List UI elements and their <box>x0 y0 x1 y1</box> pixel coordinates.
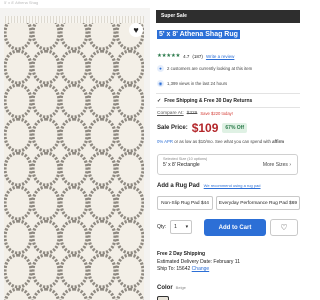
financing-row: 0% APR or as low as $10/mo. See what you… <box>157 139 284 144</box>
chevron-right-icon: › <box>289 162 291 168</box>
breadcrumb: 5' x 8' Athena Shag <box>0 0 150 8</box>
social-proof-text: 1,399 views in the last 24 hours <box>167 81 228 86</box>
color-header: Color Beige <box>157 285 186 291</box>
eye-icon: ◉ <box>157 80 164 87</box>
more-sizes-button[interactable]: More Sizes › <box>263 162 291 168</box>
write-review-link[interactable]: Write a review <box>206 54 234 59</box>
rug-pad-option-label: Non-Slip Rug Pad $44 <box>161 200 209 206</box>
social-proof-text: 2 customers are currently looking at thi… <box>167 66 253 71</box>
rating-score: 4.7 <box>183 53 190 59</box>
product-image[interactable] <box>4 16 144 300</box>
social-proof-viewers: ● 2 customers are currently looking at t… <box>157 65 252 72</box>
sale-price-label: Sale Price: <box>157 125 188 131</box>
chevron-down-icon: ▾ <box>185 224 189 230</box>
change-zip-link[interactable]: Change <box>192 266 210 272</box>
apr-link[interactable]: 0% APR <box>157 139 173 144</box>
quantity-value: 1 <box>174 224 177 230</box>
financing-text: or as low as $10/mo. See what you can sp… <box>173 139 273 144</box>
product-image-frame[interactable]: ♥ <box>0 8 150 300</box>
affirm-logo[interactable]: affirm <box>272 139 284 144</box>
rug-pad-header: Add a Rug Pad We recommend using a rug p… <box>157 183 261 189</box>
rug-pad-option-everyday[interactable]: Everyday Performance Rug Pad $69 <box>216 196 300 210</box>
review-count[interactable]: (187) <box>192 54 203 59</box>
rug-pad-option-label: Everyday Performance Rug Pad $69 <box>218 200 298 206</box>
social-proof-views: ◉ 1,399 views in the last 24 hours <box>157 80 227 87</box>
ship-to-zip: Ship To: 15642 <box>157 266 191 272</box>
people-icon: ● <box>157 65 164 72</box>
shipping-note-text: Free Shipping & Free 30 Day Returns <box>164 98 253 104</box>
compare-at-row: Compare At: $329 Save $220 today! <box>157 111 233 116</box>
quantity-select[interactable]: 1 ▾ <box>170 220 193 234</box>
add-to-cart-button[interactable]: Add to Cart <box>204 219 266 236</box>
divider <box>156 107 300 108</box>
more-sizes-label: More Sizes <box>262 162 288 168</box>
delivery-info: Free 2 Day Shipping Estimated Delivery D… <box>157 251 240 274</box>
product-title: 5' x 8' Athena Shag Rug <box>157 30 240 39</box>
size-selector-label: Selected Size (10 options) <box>163 157 208 161</box>
sale-price-row: Sale Price: $109 67% Off <box>157 121 248 135</box>
rug-pad-heading: Add a Rug Pad <box>157 183 200 189</box>
rug-pad-option-nonslip[interactable]: Non-Slip Rug Pad $44 <box>157 196 213 210</box>
check-icon: ✓ <box>157 98 162 104</box>
savings-text: Save $220 today! <box>200 111 233 116</box>
quantity-row: Qty: 1 ▾ <box>157 220 193 234</box>
compare-at-price: $329 <box>186 111 198 116</box>
favorite-heart-icon[interactable]: ♥ <box>129 23 143 37</box>
rug-pad-recommend-link[interactable]: We recommend using a rug pad <box>204 183 261 188</box>
quantity-label: Qty: <box>157 224 167 230</box>
product-info-panel: Super Sale 5' x 8' Athena Shag Rug ★★★★★… <box>156 0 300 300</box>
color-swatch-beige[interactable] <box>157 296 169 300</box>
compare-at-label: Compare At: <box>157 111 184 116</box>
delivery-estimate: Estimated Delivery Date: February 11 <box>157 258 240 265</box>
discount-badge: 67% Off <box>222 123 248 133</box>
color-label: Color <box>157 285 173 291</box>
divider <box>156 93 300 94</box>
rating-stars-icon: ★★★★★ <box>157 53 181 59</box>
size-selector[interactable]: Selected Size (10 options) 5' x 8' Recta… <box>157 154 298 175</box>
sale-banner: Super Sale <box>156 10 300 23</box>
wishlist-heart-icon[interactable]: ♡ <box>270 219 298 236</box>
sale-price: $109 <box>191 121 219 135</box>
breadcrumb-text: 5' x 8' Athena Shag <box>4 0 39 5</box>
rating-row: ★★★★★ 4.7 (187) Write a review <box>157 53 234 59</box>
color-value: Beige <box>175 285 186 290</box>
shipping-note: ✓ Free Shipping & Free 30 Day Returns <box>157 98 252 104</box>
delivery-title: Free 2 Day Shipping <box>157 251 206 257</box>
